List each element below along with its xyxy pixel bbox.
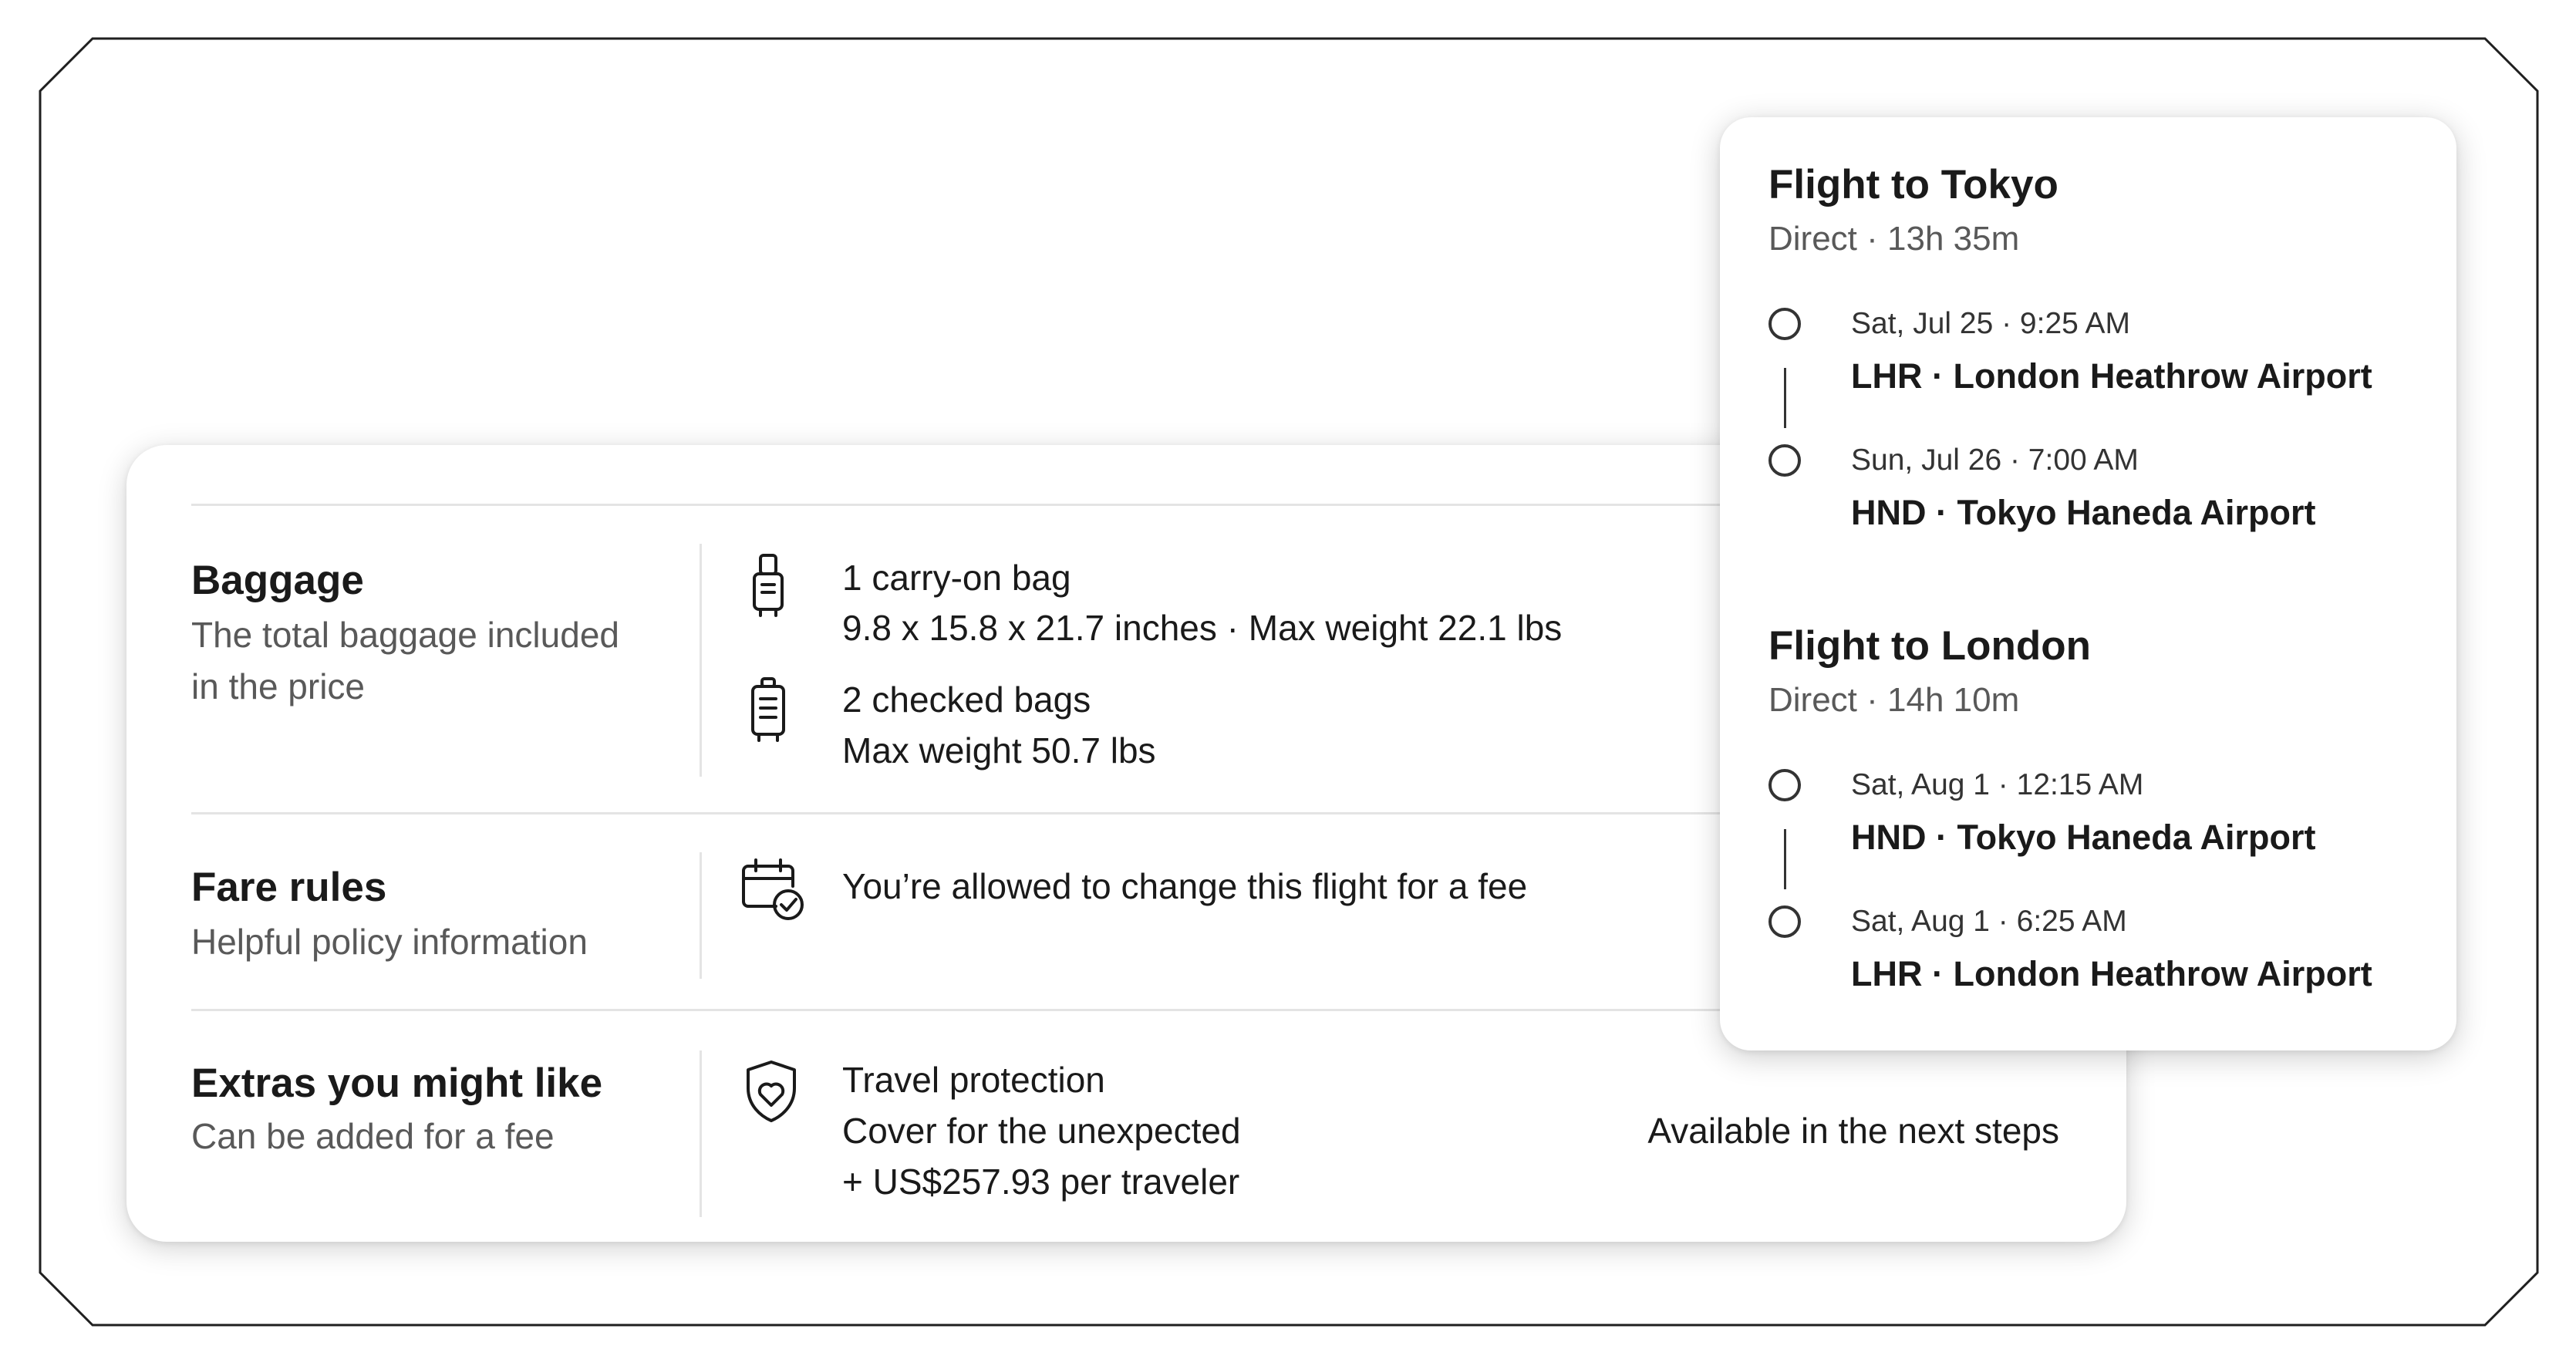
extras-subtitle: Can be added for a fee	[191, 1116, 555, 1156]
extras-line1: Travel protection	[842, 1060, 1105, 1100]
leg-2-departure-airport: HND · Tokyo Haneda Airport	[1851, 818, 2316, 857]
extras-line2: Cover for the unexpected	[842, 1111, 1241, 1151]
extras-vdivider	[700, 1050, 702, 1217]
fare-rules-text: You’re allowed to change this flight for…	[842, 866, 1528, 906]
leg-1-departure-time: Sat, Jul 25 · 9:25 AM	[1851, 307, 2131, 340]
itinerary-card: Flight to Tokyo Direct · 13h 35m Sat, Ju…	[1720, 117, 2456, 1050]
leg-1-departure-airport: LHR · London Heathrow Airport	[1851, 356, 2372, 396]
checked-bags-line2: Max weight 50.7 lbs	[842, 730, 1156, 771]
checked-bags-line1: 2 checked bags	[842, 680, 1091, 720]
fare-rules-vdivider	[700, 852, 702, 979]
carry-on-line1: 1 carry-on bag	[842, 558, 1071, 598]
leg-2-departure-time: Sat, Aug 1 · 12:15 AM	[1851, 768, 2144, 801]
extras-title: Extras you might like	[191, 1061, 603, 1106]
leg-2-title: Flight to London	[1768, 623, 2091, 669]
leg-1-departure-circle-icon	[1768, 308, 1801, 340]
baggage-title: Baggage	[191, 558, 364, 603]
fare-rules-subtitle: Helpful policy information	[191, 922, 588, 962]
calendar-check-icon	[734, 852, 808, 926]
checked-bag-icon	[734, 673, 808, 747]
leg-2-arrival-time: Sat, Aug 1 · 6:25 AM	[1851, 905, 2127, 938]
leg-1-arrival-airport: HND · Tokyo Haneda Airport	[1851, 493, 2316, 532]
leg-2-subtitle: Direct · 14h 10m	[1768, 681, 2020, 719]
extras-availability: Available in the next steps	[1647, 1111, 2059, 1151]
shield-heart-icon	[734, 1054, 808, 1128]
leg-1-title: Flight to Tokyo	[1768, 162, 2058, 207]
leg-2-arrival-airport: LHR · London Heathrow Airport	[1851, 954, 2372, 993]
leg-1-subtitle: Direct · 13h 35m	[1768, 220, 2020, 258]
baggage-vdivider	[700, 544, 702, 777]
leg-1-arrival-circle-icon	[1768, 444, 1801, 477]
leg-1-connector	[1784, 368, 1786, 428]
fare-rules-title: Fare rules	[191, 865, 387, 910]
leg-1-arrival-time: Sun, Jul 26 · 7:00 AM	[1851, 443, 2139, 477]
leg-2-arrival-circle-icon	[1768, 905, 1801, 938]
leg-2-connector	[1784, 829, 1786, 889]
leg-2-departure-circle-icon	[1768, 769, 1801, 801]
baggage-subtitle: The total baggage included in the price	[191, 615, 619, 706]
extras-line3: + US$257.93 per traveler	[842, 1162, 1240, 1202]
carry-on-line2: 9.8 x 15.8 x 21.7 inches · Max weight 22…	[842, 608, 1563, 648]
carry-on-bag-icon	[734, 549, 808, 623]
